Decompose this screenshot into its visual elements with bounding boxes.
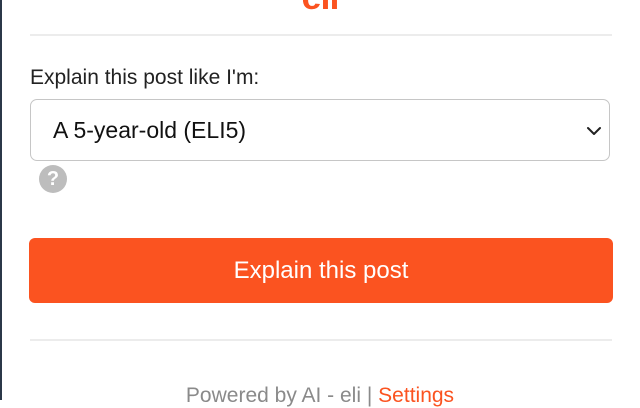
- footer-separator: |: [366, 384, 373, 407]
- window-edge: [0, 0, 2, 400]
- settings-link[interactable]: Settings: [378, 384, 454, 407]
- app-logo: eli: [0, 0, 640, 15]
- question-circle-icon[interactable]: ?: [39, 165, 67, 193]
- explain-post-button[interactable]: Explain this post: [29, 238, 613, 303]
- explain-level-selected-value: A 5-year-old (ELI5): [53, 117, 247, 143]
- powered-by-text: Powered by AI - eli: [185, 384, 362, 407]
- footer: Powered by AI - eli | Settings: [0, 384, 640, 408]
- bottom-divider: [30, 339, 612, 341]
- explain-level-select[interactable]: A 5-year-old (ELI5): [30, 99, 610, 161]
- chevron-down-icon: [587, 127, 601, 135]
- explain-level-label: Explain this post like I'm:: [30, 66, 260, 89]
- top-divider: [30, 34, 612, 36]
